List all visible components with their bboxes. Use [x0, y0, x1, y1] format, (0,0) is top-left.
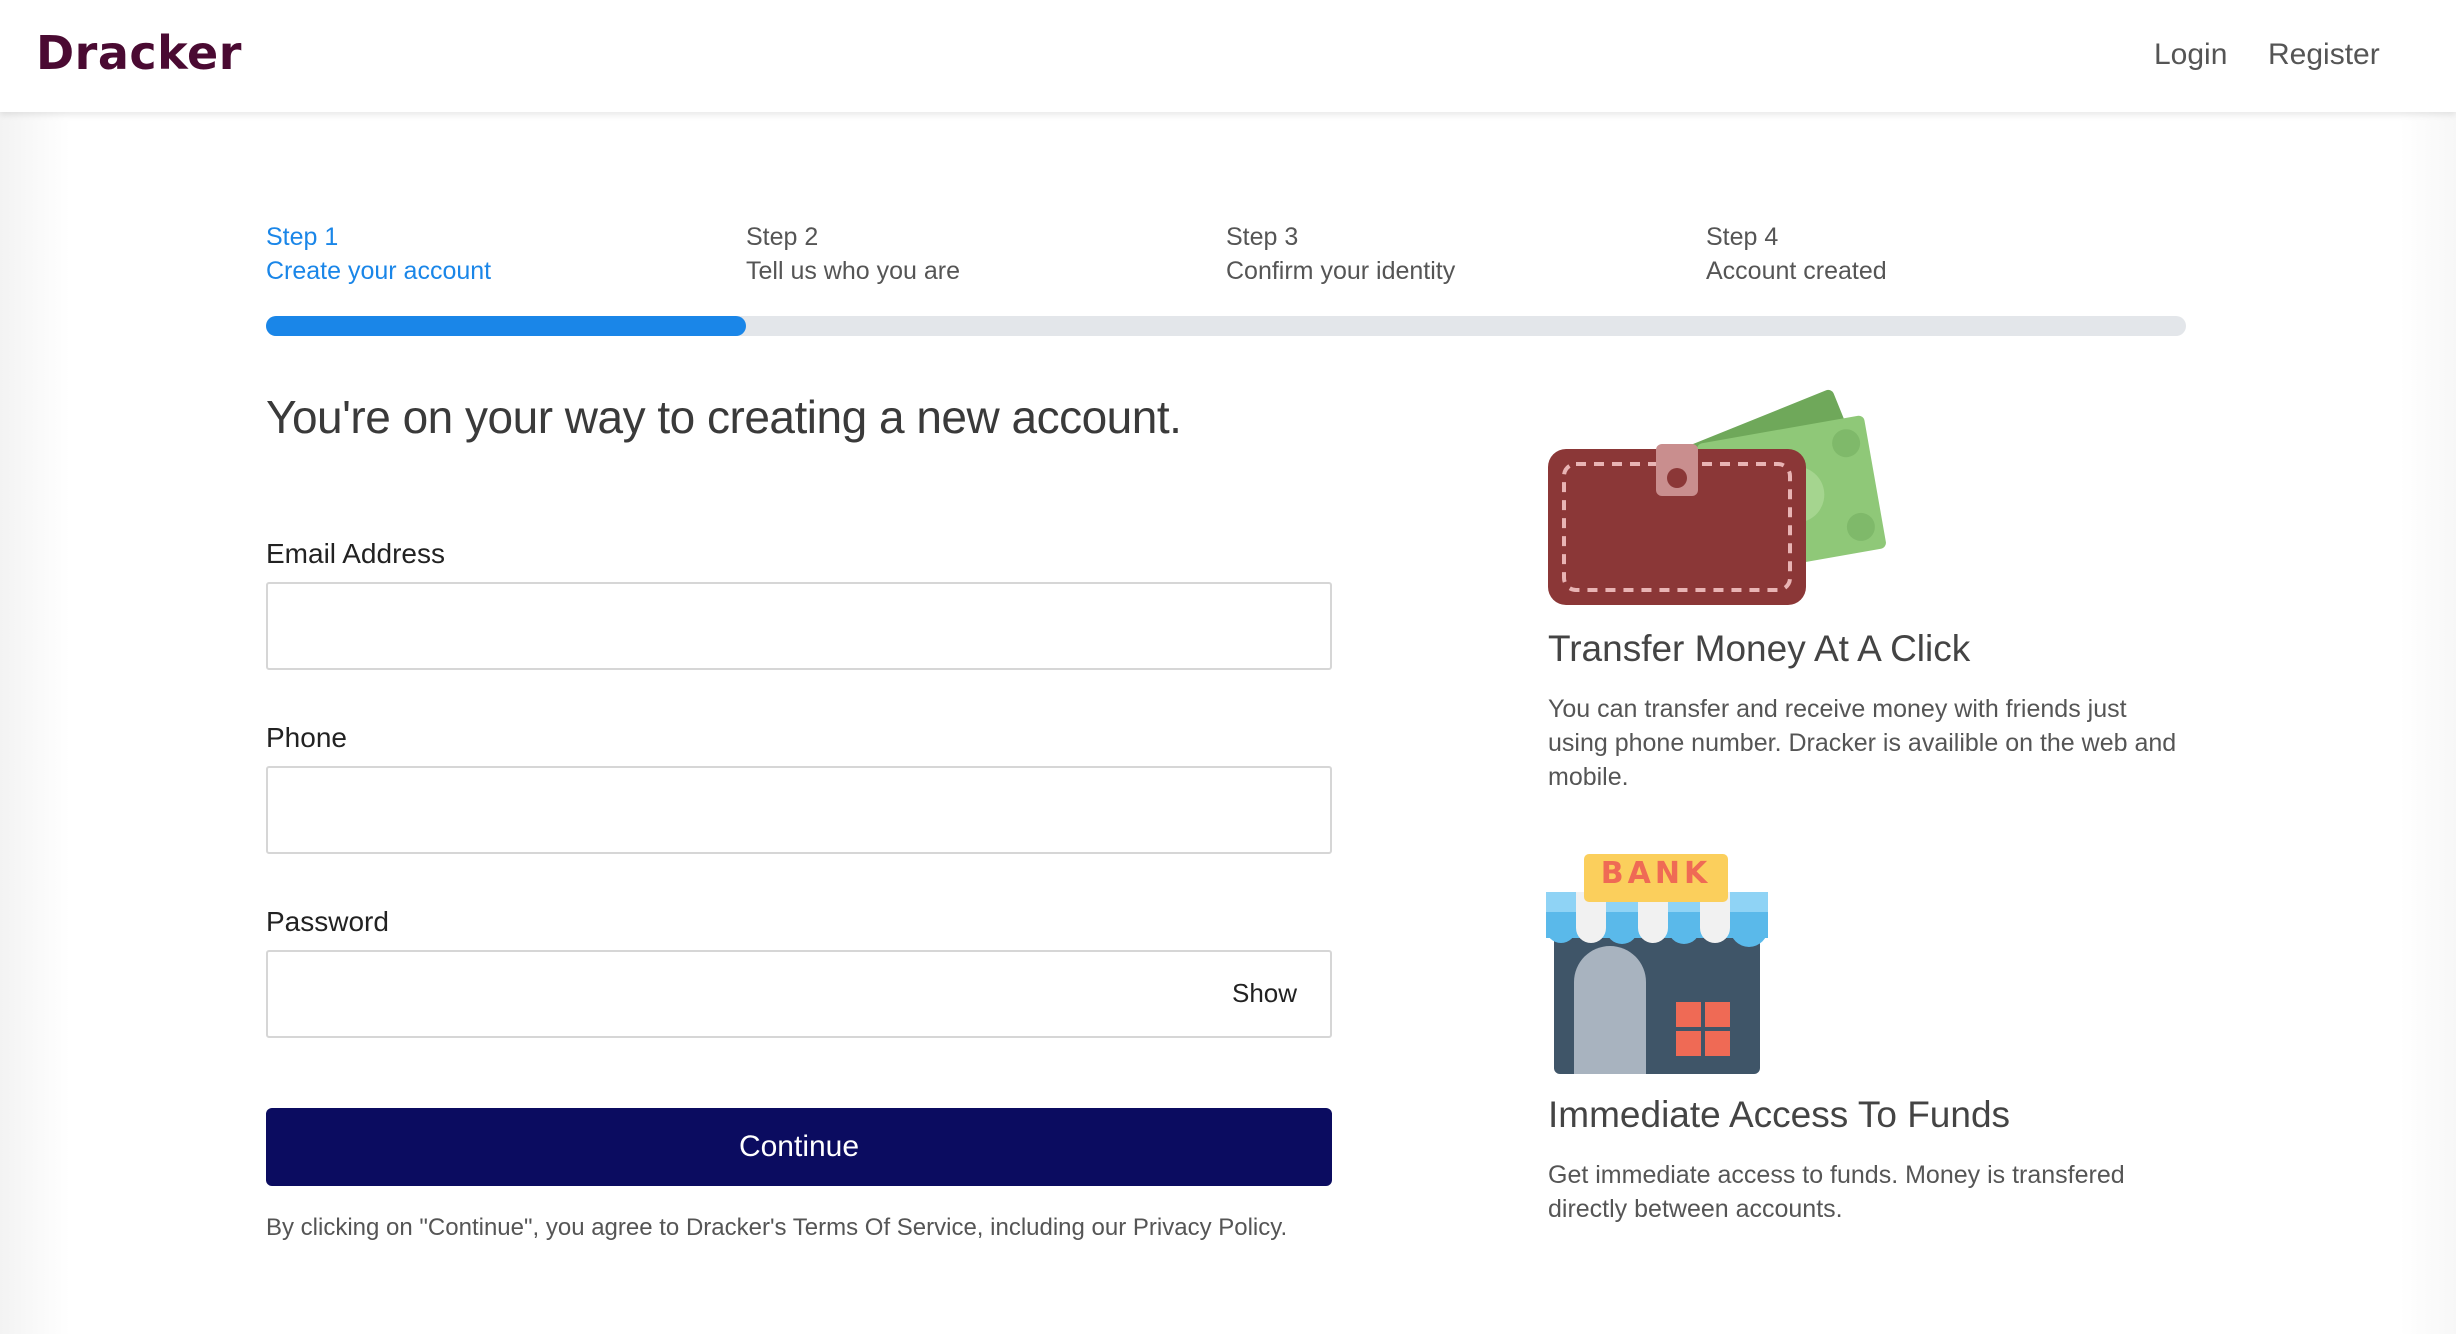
- email-label: Email Address: [266, 538, 445, 569]
- feature-description: Get immediate access to funds. Money is …: [1548, 1161, 2125, 1223]
- feature-title: Immediate Access To Funds: [1548, 1094, 2011, 1135]
- progress-bar-track: [266, 316, 2186, 336]
- step-1: Step 1 Create your account: [266, 220, 746, 288]
- phone-label: Phone: [266, 722, 347, 753]
- show-password-toggle[interactable]: Show: [1232, 978, 1297, 1009]
- page-headline: You're on your way to creating a new acc…: [266, 391, 1182, 443]
- password-field[interactable]: [266, 950, 1332, 1038]
- feature-title: Transfer Money At A Click: [1548, 628, 1971, 669]
- step-3: Step 3 Confirm your identity: [1226, 220, 1706, 288]
- step-title: Confirm your identity: [1226, 257, 1456, 285]
- feature-description: You can transfer and receive money with …: [1548, 695, 2177, 791]
- bank-sign-text: BANK: [1600, 856, 1712, 891]
- continue-button[interactable]: Continue: [266, 1108, 1332, 1186]
- login-link[interactable]: Login: [2154, 38, 2227, 72]
- step-2: Step 2 Tell us who you are: [746, 220, 1226, 288]
- phone-field[interactable]: [266, 766, 1332, 854]
- step-4: Step 4 Account created: [1706, 220, 2186, 288]
- step-number: Step 2: [746, 223, 819, 251]
- password-label: Password: [266, 906, 389, 937]
- step-number: Step 4: [1706, 223, 1779, 251]
- brand-logo[interactable]: Dracker: [36, 26, 242, 80]
- top-navbar: Dracker Login Register: [0, 0, 2456, 112]
- step-title: Account created: [1706, 257, 1887, 285]
- progress-bar-fill: [266, 316, 746, 336]
- email-field[interactable]: [266, 582, 1332, 670]
- step-title: Tell us who you are: [746, 257, 961, 285]
- register-link[interactable]: Register: [2268, 38, 2380, 72]
- signup-stepper: Step 1 Create your account Step 2 Tell u…: [266, 220, 2186, 340]
- step-number: Step 1: [266, 223, 339, 251]
- step-title: Create your account: [266, 257, 492, 285]
- terms-notice: By clicking on "Continue", you agree to …: [266, 1214, 1288, 1241]
- wallet-money-icon: [1548, 389, 1886, 605]
- step-number: Step 3: [1226, 223, 1299, 251]
